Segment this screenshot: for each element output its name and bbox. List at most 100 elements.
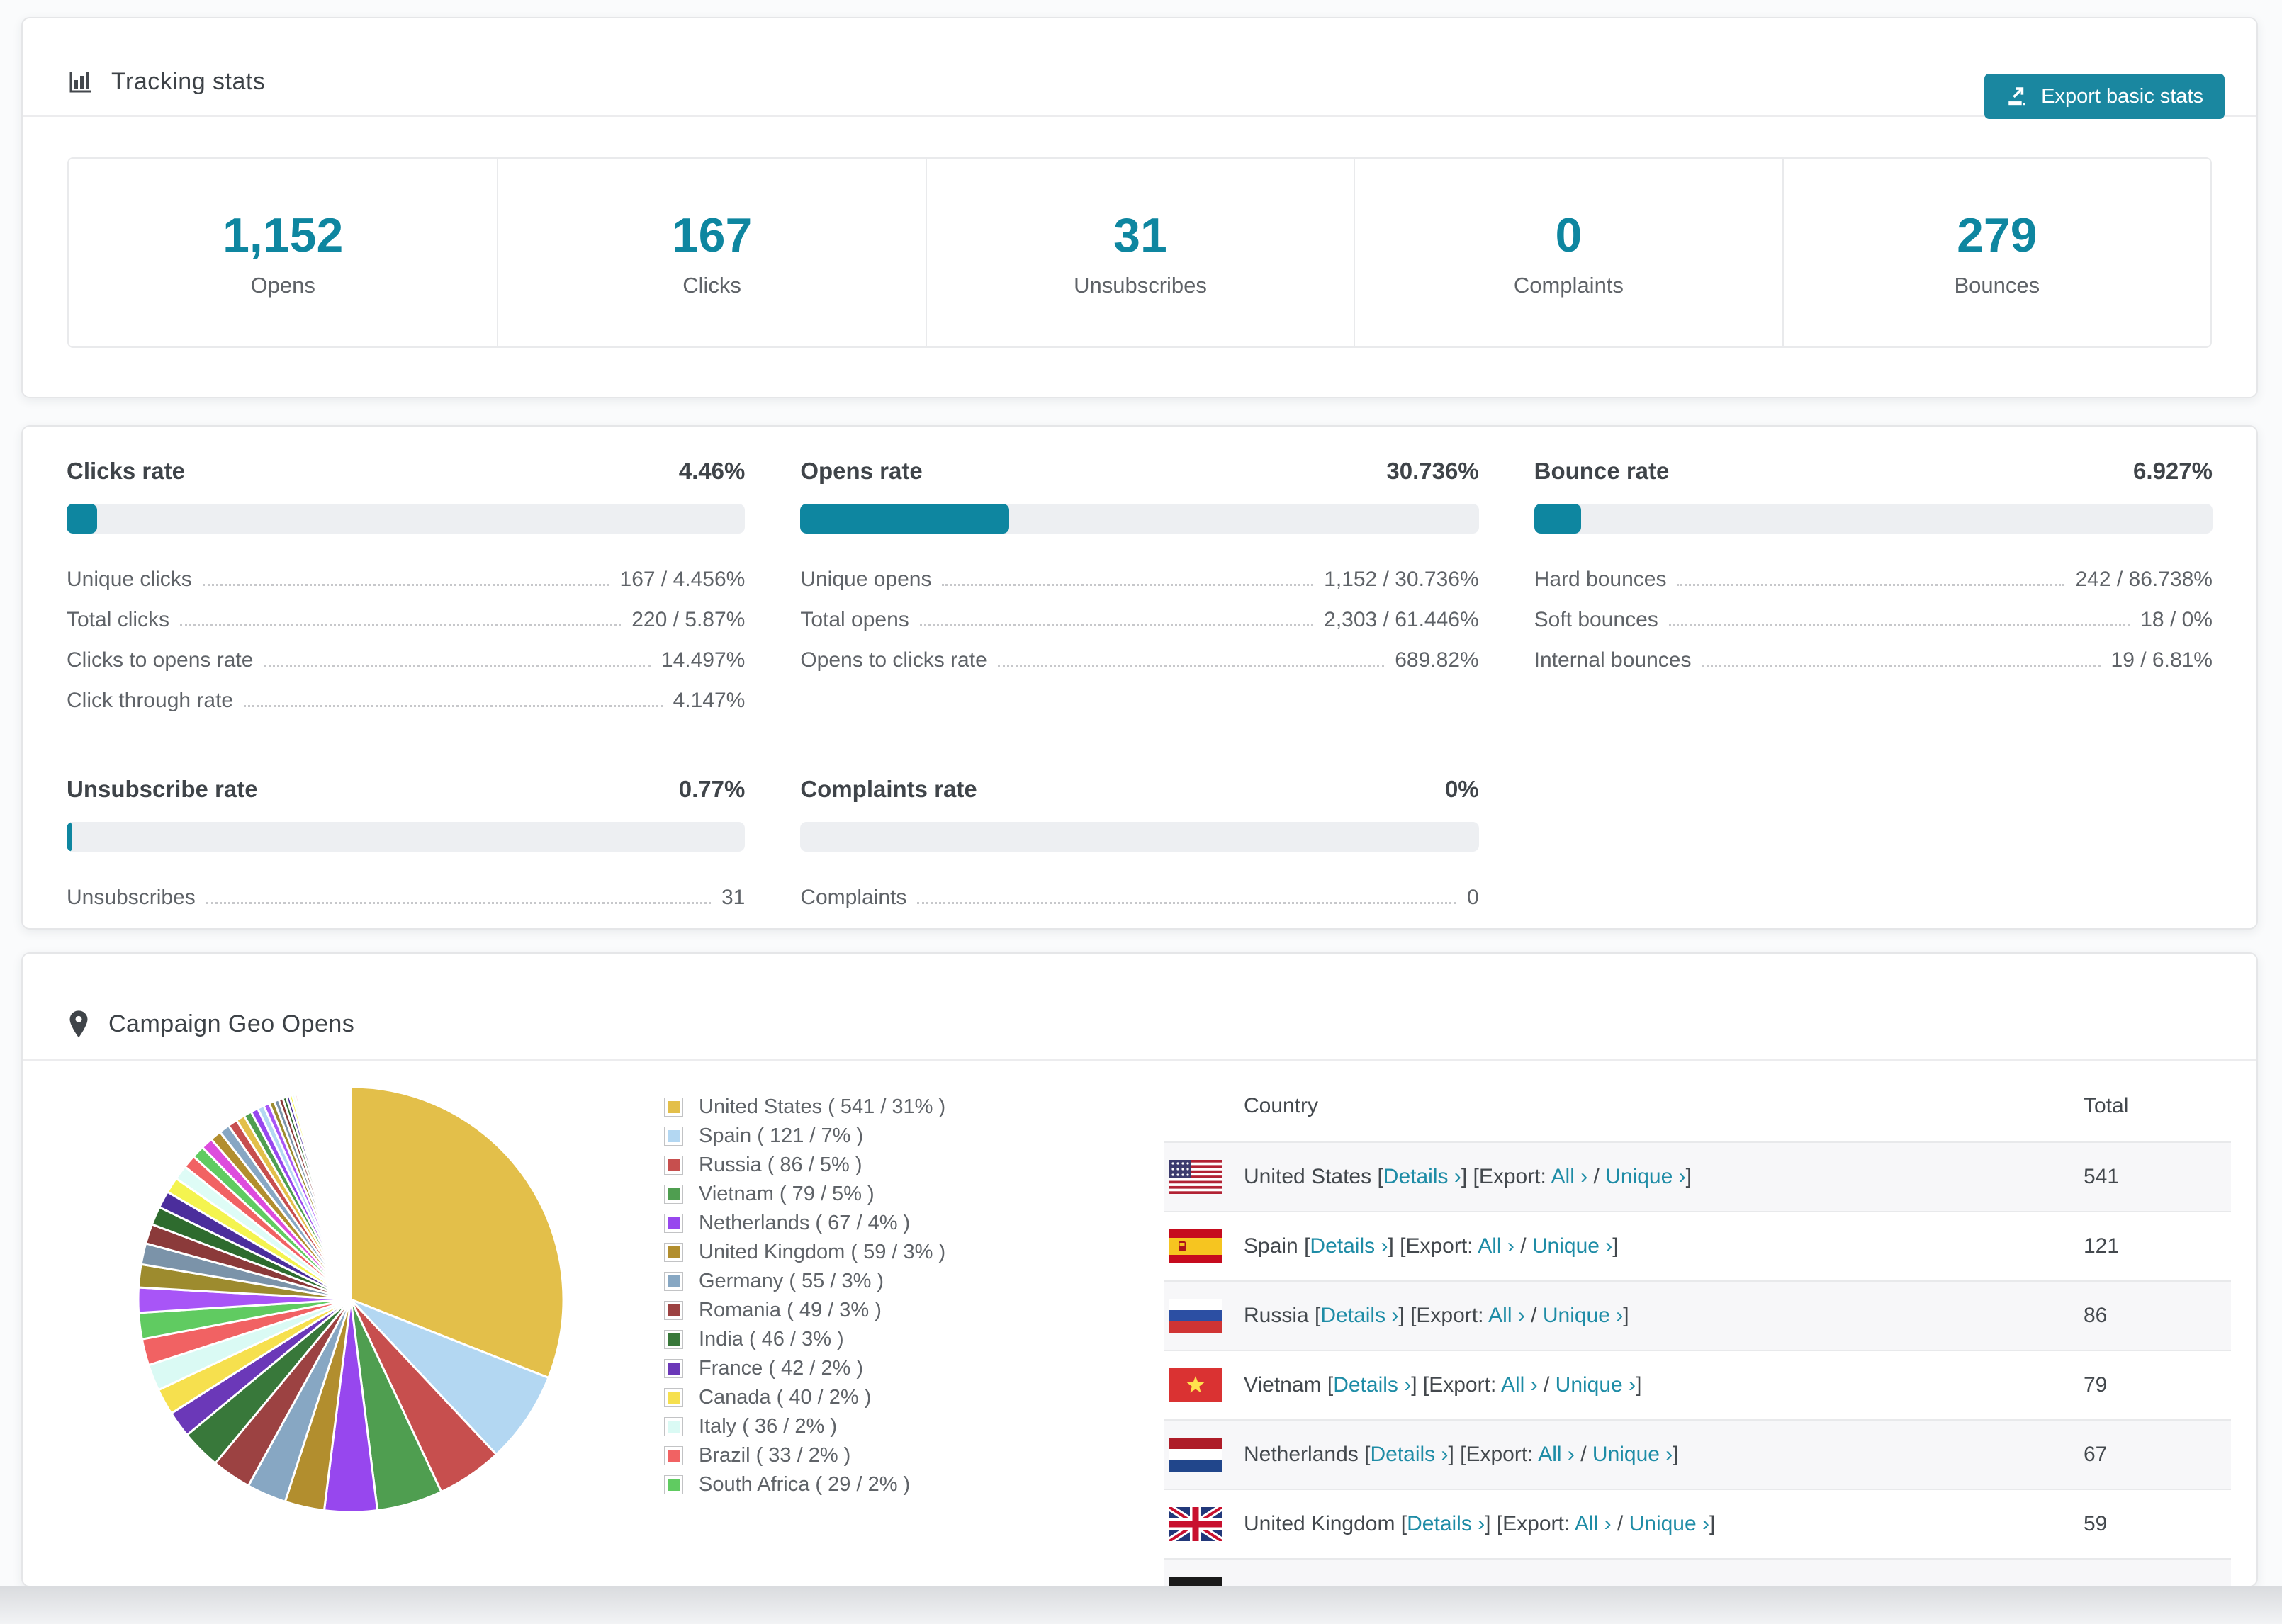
total-cell: 59 bbox=[2084, 1512, 2108, 1535]
progress-bar-fill bbox=[1534, 504, 1581, 534]
stat-box-bounces: 279 Bounces bbox=[1782, 159, 2210, 346]
dotted-leader bbox=[919, 624, 1314, 626]
column-header-country: Country bbox=[1244, 1094, 1319, 1117]
legend-swatch bbox=[664, 1330, 683, 1349]
dotted-leader bbox=[1668, 624, 2130, 626]
details-link[interactable]: Details › bbox=[1333, 1373, 1411, 1397]
legend-item-netherlands: Netherlands ( 67 / 4% ) bbox=[664, 1209, 945, 1238]
legend-label: United States ( 541 / 31% ) bbox=[699, 1095, 946, 1118]
uk-flag-icon bbox=[1169, 1507, 1222, 1541]
export-unique-link[interactable]: Unique › bbox=[1532, 1234, 1612, 1258]
country-cell: Netherlands [Details ›] [Export: All › /… bbox=[1244, 1443, 1679, 1466]
details-link[interactable]: Details › bbox=[1320, 1304, 1398, 1327]
export-all-link[interactable]: All › bbox=[1501, 1373, 1538, 1397]
rate-row-unique-opens: Unique opens 1,152 / 30.736% bbox=[800, 558, 1478, 598]
bar-chart-icon bbox=[67, 69, 93, 95]
stat-box-unsubscribes: 31 Unsubscribes bbox=[925, 159, 1354, 346]
rate-head-opens-rate: Opens rate 30.736% bbox=[800, 458, 1478, 485]
rate-title: Unsubscribe rate bbox=[67, 776, 258, 802]
rate-title: Opens rate bbox=[800, 458, 923, 484]
legend-label: Canada ( 40 / 2% ) bbox=[699, 1386, 872, 1409]
stat-label-bounces: Bounces bbox=[1954, 272, 2040, 298]
legend-item-united-kingdom: United Kingdom ( 59 / 3% ) bbox=[664, 1238, 945, 1267]
rate-row-label: Total clicks bbox=[67, 608, 170, 631]
export-unique-link[interactable]: Unique › bbox=[1592, 1443, 1673, 1466]
us-flag-icon bbox=[1169, 1160, 1222, 1194]
legend-item-india: India ( 46 / 3% ) bbox=[664, 1325, 945, 1354]
stat-label-complaints: Complaints bbox=[1513, 272, 1624, 298]
export-unique-link[interactable]: Unique › bbox=[1629, 1512, 1709, 1535]
nl-flag-icon bbox=[1169, 1438, 1222, 1472]
rate-row-label: Unique clicks bbox=[67, 568, 192, 591]
export-all-link[interactable]: All › bbox=[1538, 1443, 1575, 1466]
rate-row-unique-clicks: Unique clicks 167 / 4.456% bbox=[67, 558, 745, 598]
stat-box-clicks: 167 Clicks bbox=[497, 159, 925, 346]
geo-table-header: Country Total bbox=[1164, 1071, 2231, 1141]
details-link[interactable]: Details › bbox=[1370, 1443, 1448, 1466]
rate-row-value: 14.497% bbox=[661, 648, 746, 672]
stat-value-bounces: 279 bbox=[1957, 208, 2038, 262]
legend-swatch bbox=[664, 1185, 683, 1204]
geo-legend: United States ( 541 / 31% ) Spain ( 121 /… bbox=[664, 1093, 945, 1499]
export-unique-link[interactable]: Unique › bbox=[1556, 1373, 1636, 1397]
table-row-partial bbox=[1164, 1558, 2231, 1586]
details-link[interactable]: Details › bbox=[1407, 1512, 1485, 1535]
rate-row-value: 0 bbox=[1466, 886, 1479, 909]
export-unique-link[interactable]: Unique › bbox=[1605, 1165, 1685, 1188]
export-all-link[interactable]: All › bbox=[1478, 1234, 1514, 1258]
rate-block-opens-rate: Opens rate 30.736% Unique opens 1,152 / 30.… bbox=[800, 458, 1479, 719]
rate-head-clicks-rate: Clicks rate 4.46% bbox=[67, 458, 745, 485]
page-title: Tracking stats bbox=[111, 68, 266, 95]
table-row-united-kingdom: United Kingdom [Details ›] [Export: All … bbox=[1164, 1489, 2231, 1558]
tracking-stats-header: Tracking stats bbox=[23, 18, 2256, 117]
rate-row-value: 1,152 / 30.736% bbox=[1324, 568, 1479, 591]
export-all-link[interactable]: All › bbox=[1575, 1512, 1612, 1535]
legend-label: Brazil ( 33 / 2% ) bbox=[699, 1444, 851, 1467]
legend-label: Vietnam ( 79 / 5% ) bbox=[699, 1183, 875, 1205]
rate-row-total-opens: Total opens 2,303 / 61.446% bbox=[800, 598, 1478, 638]
details-link[interactable]: Details › bbox=[1383, 1165, 1461, 1188]
total-cell: 541 bbox=[2084, 1165, 2120, 1188]
rate-value: 4.46% bbox=[678, 458, 746, 484]
rate-row-value: 4.147% bbox=[673, 689, 746, 712]
legend-label: Russia ( 86 / 5% ) bbox=[699, 1154, 862, 1176]
rate-block-clicks-rate: Clicks rate 4.46% Unique clicks 167 / 4.456… bbox=[67, 458, 746, 719]
export-button-label: Export basic stats bbox=[2041, 84, 2203, 108]
dotted-leader bbox=[997, 665, 1385, 667]
total-cell: 86 bbox=[2084, 1304, 2108, 1327]
progress-bar-fill bbox=[67, 822, 72, 852]
legend-item-south-africa: South Africa ( 29 / 2% ) bbox=[664, 1470, 945, 1499]
export-basic-stats-button[interactable]: Export basic stats bbox=[1984, 74, 2225, 119]
details-link[interactable]: Details › bbox=[1310, 1234, 1388, 1258]
table-row-netherlands: Netherlands [Details ›] [Export: All › /… bbox=[1164, 1419, 2231, 1489]
rate-block-bounce-rate: Bounce rate 6.927% Hard bounces 242 / 86.73… bbox=[1534, 458, 2213, 719]
legend-item-italy: Italy ( 36 / 2% ) bbox=[664, 1412, 945, 1441]
geo-title: Campaign Geo Opens bbox=[108, 1010, 355, 1037]
country-name: Russia bbox=[1244, 1304, 1315, 1327]
country-cell: United States [Details ›] [Export: All ›… bbox=[1244, 1165, 1692, 1188]
country-name: Spain bbox=[1244, 1234, 1305, 1258]
legend-swatch bbox=[664, 1446, 683, 1465]
total-cell: 79 bbox=[2084, 1373, 2108, 1397]
stat-value-unsubscribes: 31 bbox=[1113, 208, 1167, 262]
total-cell: 67 bbox=[2084, 1443, 2108, 1466]
legend-swatch bbox=[664, 1417, 683, 1436]
country-name: Vietnam bbox=[1244, 1373, 1327, 1397]
export-unique-link[interactable]: Unique › bbox=[1543, 1304, 1623, 1327]
legend-label: Romania ( 49 / 3% ) bbox=[699, 1299, 882, 1321]
export-all-link[interactable]: All › bbox=[1488, 1304, 1525, 1327]
legend-label: Germany ( 55 / 3% ) bbox=[699, 1270, 884, 1292]
stat-label-unsubscribes: Unsubscribes bbox=[1074, 272, 1207, 298]
export-all-link[interactable]: All › bbox=[1551, 1165, 1588, 1188]
rate-row-unsubscribes: Unsubscribes 31 bbox=[67, 876, 745, 916]
legend-swatch bbox=[664, 1098, 683, 1117]
rate-head-complaints-rate: Complaints rate 0% bbox=[800, 776, 1478, 803]
progress-bar-fill bbox=[800, 504, 1009, 534]
legend-label: France ( 42 / 2% ) bbox=[699, 1357, 864, 1380]
legend-item-united-states: United States ( 541 / 31% ) bbox=[664, 1093, 945, 1122]
rate-rows: Complaints 0 bbox=[800, 876, 1478, 916]
es-flag-icon bbox=[1169, 1229, 1222, 1263]
progress-bar-complaints-rate bbox=[800, 822, 1479, 852]
dotted-leader bbox=[917, 902, 1456, 904]
rate-row-value: 242 / 86.738% bbox=[2075, 568, 2213, 591]
